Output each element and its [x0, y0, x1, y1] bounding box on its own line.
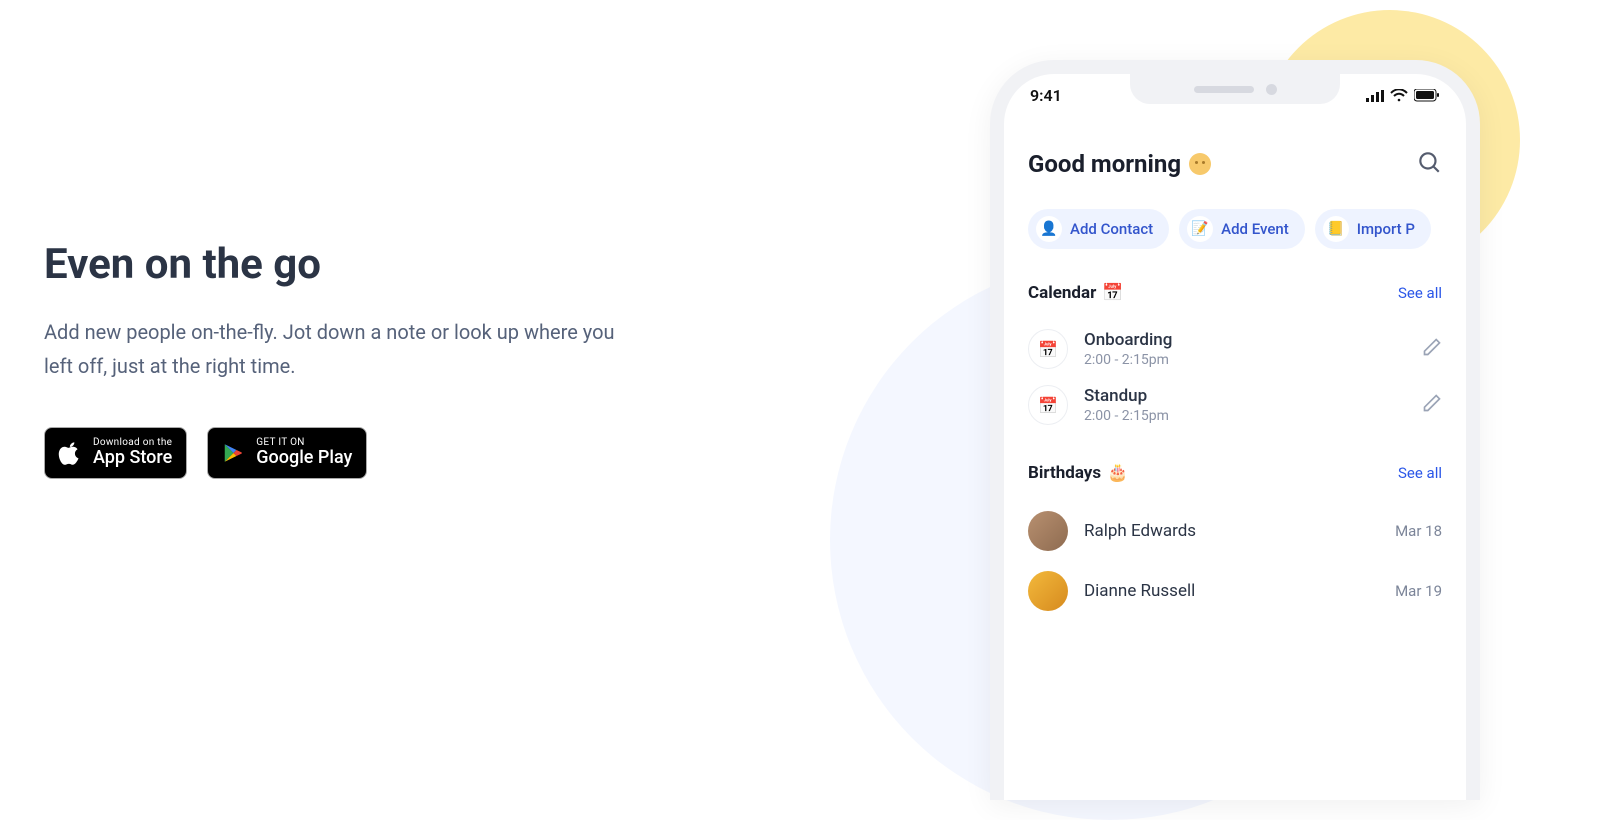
google-play-big-text: Google Play	[256, 449, 352, 468]
note-icon: 📝	[1187, 216, 1213, 242]
hero-copy: Even on the go Add new people on-the-fly…	[44, 240, 644, 479]
person-icon: 👤	[1036, 216, 1062, 242]
avatar	[1028, 571, 1068, 611]
birthday-cake-icon: 🎂	[1107, 463, 1128, 483]
hero-heading: Even on the go	[44, 240, 644, 289]
search-icon[interactable]	[1416, 149, 1442, 179]
edit-icon[interactable]	[1422, 393, 1442, 417]
birthday-name: Ralph Edwards	[1084, 521, 1379, 541]
birthday-row[interactable]: Ralph Edwards Mar 18	[1028, 501, 1442, 561]
add-event-chip[interactable]: 📝 Add Event	[1179, 209, 1305, 249]
app-store-button[interactable]: Download on the App Store	[44, 427, 187, 479]
birthdays-section-title: Birthdays	[1028, 463, 1101, 483]
apple-icon	[57, 440, 83, 466]
event-title: Standup	[1084, 386, 1406, 406]
calendar-section-title: Calendar	[1028, 283, 1096, 303]
status-icons	[1366, 89, 1440, 102]
calendar-tearoff-icon: 📅	[1102, 283, 1123, 303]
status-time: 9:41	[1030, 86, 1062, 105]
chip-label: Add Event	[1221, 220, 1289, 238]
battery-icon	[1414, 89, 1440, 102]
chip-label: Import P	[1357, 220, 1415, 238]
greeting-text: Good morning	[1028, 150, 1181, 178]
calendar-see-all-link[interactable]: See all	[1398, 284, 1442, 302]
phonebook-icon: 📒	[1323, 216, 1349, 242]
birthday-date: Mar 19	[1395, 582, 1442, 600]
phone-camera	[1266, 84, 1277, 95]
event-title: Onboarding	[1084, 330, 1406, 350]
calendar-icon: 📅	[1028, 385, 1068, 425]
birthday-row[interactable]: Dianne Russell Mar 19	[1028, 561, 1442, 621]
calendar-event-row[interactable]: 📅 Onboarding 2:00 - 2:15pm	[1028, 321, 1442, 377]
chip-label: Add Contact	[1070, 220, 1153, 238]
edit-icon[interactable]	[1422, 337, 1442, 361]
event-time: 2:00 - 2:15pm	[1084, 352, 1406, 368]
google-play-button[interactable]: GET IT ON Google Play	[207, 427, 367, 479]
app-store-big-text: App Store	[93, 449, 172, 468]
phone-speaker	[1194, 86, 1254, 93]
hero-paragraph: Add new people on-the-fly. Jot down a no…	[44, 315, 644, 383]
phone-notch	[1130, 74, 1340, 104]
calendar-event-row[interactable]: 📅 Standup 2:00 - 2:15pm	[1028, 377, 1442, 433]
birthdays-see-all-link[interactable]: See all	[1398, 464, 1442, 482]
import-chip[interactable]: 📒 Import P	[1315, 209, 1431, 249]
add-contact-chip[interactable]: 👤 Add Contact	[1028, 209, 1169, 249]
birthday-date: Mar 18	[1395, 522, 1442, 540]
wifi-icon	[1390, 89, 1408, 102]
calendar-icon: 📅	[1028, 329, 1068, 369]
birthday-name: Dianne Russell	[1084, 581, 1379, 601]
sun-face-icon	[1189, 153, 1211, 175]
phone-mockup: 9:41 Good morning 👤 Add Contact 📝 Add	[990, 60, 1480, 800]
google-play-icon	[220, 440, 246, 466]
avatar	[1028, 511, 1068, 551]
cellular-icon	[1366, 90, 1384, 102]
event-time: 2:00 - 2:15pm	[1084, 408, 1406, 424]
